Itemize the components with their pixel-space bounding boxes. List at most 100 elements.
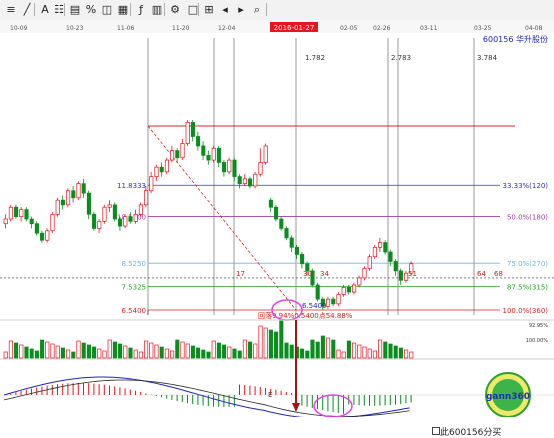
time-marker-label: 1.782 — [305, 54, 325, 62]
bar-count-label: 51 — [408, 270, 417, 278]
bar-count-label: 17 — [236, 270, 245, 278]
date-tick-label: 10-09 — [10, 25, 28, 32]
volume-bar — [279, 320, 284, 359]
volume-bar — [66, 349, 71, 359]
volume-bar — [362, 346, 367, 359]
volume-bar — [372, 350, 377, 359]
arrow-head-icon — [292, 403, 300, 412]
candle-body — [398, 270, 403, 281]
volume-bar — [253, 343, 258, 359]
next-button[interactable]: ▸ — [234, 2, 248, 17]
percent-button[interactable]: % — [84, 2, 98, 17]
volume-bar — [336, 349, 341, 359]
scale-icon: ◫ — [101, 3, 113, 16]
candle-body — [180, 143, 185, 159]
arrow-right-icon: ▸ — [238, 3, 244, 16]
candle-body — [263, 145, 268, 163]
candle-body — [372, 246, 377, 258]
candle-body — [175, 150, 180, 159]
formula-button[interactable]: ƒ — [134, 2, 148, 17]
calendar-button[interactable]: ▦ — [116, 2, 130, 17]
volume-bar — [123, 345, 128, 359]
candle-body — [242, 178, 247, 184]
list-icon: ≡ — [6, 3, 16, 16]
text-icon: A — [41, 3, 49, 16]
volume-bar — [409, 351, 414, 359]
candle-body — [206, 155, 211, 161]
date-tick-label: 10-23 — [66, 25, 84, 32]
volume-bar — [367, 348, 372, 359]
volume-scale-label: 100.00% — [526, 338, 548, 344]
volume-bar — [71, 351, 76, 359]
candle-body — [331, 298, 336, 305]
volume-bar — [133, 349, 138, 359]
volume-bar — [263, 327, 268, 359]
price-box-icon — [432, 427, 440, 435]
candle-body — [92, 213, 97, 229]
volume-bar — [118, 343, 123, 359]
price-box-label: 此600156分买 — [440, 428, 502, 438]
candle-body — [133, 213, 138, 222]
price-level-label: 6.5400 — [122, 307, 147, 315]
volume-bar — [76, 340, 81, 359]
volume-bar — [206, 351, 211, 359]
volume-bar — [154, 344, 159, 359]
volume-bar — [170, 350, 175, 359]
chart-type-button[interactable]: ▤ — [68, 2, 82, 17]
volume-bar — [404, 349, 409, 359]
candle-body — [170, 150, 175, 161]
formula-icon: ƒ — [139, 3, 143, 16]
gann-level-label: 33.33%(120) — [502, 182, 548, 190]
volume-bar — [300, 348, 305, 359]
volume-bar — [60, 347, 65, 359]
volume-bar — [258, 325, 263, 359]
volume-bar — [112, 341, 117, 359]
text-button[interactable]: A — [38, 2, 52, 17]
volume-bar — [315, 341, 320, 359]
toolbar-separator — [266, 3, 267, 16]
volume-bar — [305, 350, 310, 359]
volume-bar — [284, 342, 289, 359]
bar-count-label: 64 — [477, 270, 486, 278]
candle-body — [227, 159, 232, 173]
candle-body — [258, 162, 263, 175]
candle-body — [144, 190, 149, 206]
settings-button[interactable]: ⚙ — [168, 2, 182, 17]
candle-body — [196, 136, 201, 147]
prev-button[interactable]: ◂ — [218, 2, 232, 17]
volume-bar — [24, 346, 29, 359]
candle-body — [201, 145, 206, 156]
candle-body — [123, 216, 128, 227]
volume-bar — [248, 341, 253, 359]
candle-body — [237, 176, 242, 184]
toolbar-separator — [34, 3, 35, 16]
volume-bar — [81, 342, 86, 359]
candle-body — [24, 209, 29, 220]
tile-button[interactable]: ⊞ — [202, 2, 216, 17]
volume-bar — [102, 350, 107, 359]
scale-button[interactable]: ◫ — [100, 2, 114, 17]
candle-body — [50, 213, 55, 232]
draw-line-button[interactable]: ╱ — [20, 2, 34, 17]
volume-bar — [175, 339, 180, 359]
volume-bar — [92, 346, 97, 359]
candle-body — [274, 206, 279, 220]
candle-body — [378, 242, 383, 248]
date-tick-label: 12-04 — [218, 25, 236, 32]
price-level-label: 11.8333 — [117, 182, 146, 190]
period-icon: ▥ — [151, 3, 163, 16]
candle-body — [211, 147, 216, 161]
zoom-button[interactable]: ⌕ — [250, 2, 264, 17]
volume-bar — [45, 341, 50, 359]
volume-bar — [107, 339, 112, 359]
volume-bar — [144, 340, 149, 359]
bar-count-label: 68 — [494, 270, 503, 278]
candle-body — [289, 237, 294, 248]
stock-list-button[interactable]: ≡ — [4, 2, 18, 17]
volume-bar — [86, 344, 91, 359]
volume-bar — [242, 339, 247, 359]
period-button[interactable]: ▥ — [150, 2, 164, 17]
candle-body — [346, 287, 351, 293]
volume-bar — [138, 351, 143, 359]
low-price-label: 6.5400 — [302, 302, 327, 310]
